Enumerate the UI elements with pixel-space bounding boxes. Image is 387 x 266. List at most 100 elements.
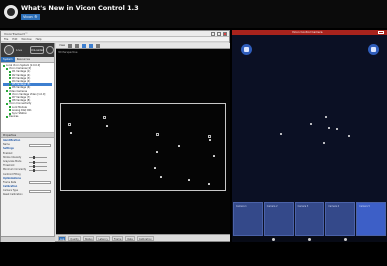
resource-tree: Local Vicon System [2.0.0.0] Vicon Camera…	[1, 63, 54, 133]
status-dot-icon	[9, 109, 11, 112]
status-dot-icon	[9, 96, 11, 99]
status-dot-icon	[9, 74, 11, 77]
recent-nav-icon[interactable]	[344, 237, 347, 241]
status-tab[interactable]: Rate	[125, 235, 135, 241]
camera-view-icon[interactable]	[82, 43, 87, 48]
camera-tile[interactable]: Camera 5	[356, 202, 386, 236]
property-label: Settings	[3, 147, 14, 151]
camera-tile[interactable]: Camera 1	[233, 202, 263, 236]
reconstructed-marker	[323, 142, 325, 144]
status-tab[interactable]: Log	[58, 235, 67, 241]
tablet-header: Vicon Control Camera	[232, 30, 387, 35]
camera-icon[interactable]	[68, 123, 71, 126]
camera-icon[interactable]	[156, 133, 159, 136]
settings-icon[interactable]	[96, 43, 101, 48]
property-label: Strobe Intensity	[3, 155, 22, 159]
channel-avatar[interactable]	[4, 5, 18, 19]
status-tab[interactable]: Calibration	[136, 235, 154, 241]
video-player-controls[interactable]	[0, 244, 387, 266]
tree-item[interactable]: Devices	[3, 115, 52, 118]
vicon-control-tablet-app: Vicon Control Camera Camera 1 Camera 2 Cam…	[232, 30, 387, 242]
camera-tile-label: Camera 3	[297, 205, 309, 208]
reconstructed-marker	[188, 179, 190, 181]
status-dot-icon	[9, 106, 11, 109]
status-tab[interactable]: Status	[82, 235, 95, 241]
tab-resources[interactable]: Resources	[15, 57, 32, 62]
view-type-label[interactable]: View	[59, 44, 65, 47]
menu-window[interactable]: Window	[21, 37, 31, 41]
menu-file[interactable]: File	[4, 37, 8, 41]
menu-help[interactable]: Help	[36, 37, 42, 41]
back-nav-icon[interactable]	[272, 237, 275, 241]
home-nav-icon[interactable]	[308, 237, 311, 241]
camera-icon[interactable]	[103, 116, 106, 119]
properties-list: Identification Name Settings Enabled Strobe …	[1, 138, 54, 199]
reconstructed-marker	[280, 133, 282, 135]
status-dot-icon	[9, 80, 11, 83]
video-title[interactable]: What's New in Vicon Control 1.3	[21, 4, 139, 12]
status-tab[interactable]: Frame	[111, 235, 124, 241]
status-dot-icon	[6, 67, 8, 70]
menu-edit[interactable]: Edit	[12, 37, 17, 41]
battery-icon	[378, 31, 384, 34]
slider-handle[interactable]	[33, 164, 35, 168]
camera-tile[interactable]: Camera 2	[263, 202, 294, 236]
channel-badge: Vicon ®	[21, 14, 40, 20]
camera-icon[interactable]	[208, 135, 211, 138]
property-slider[interactable]	[29, 161, 47, 163]
status-tabs-bar: Log Quality Status Latency Frame Rate Calibrat…	[56, 234, 230, 241]
status-dot-icon	[9, 86, 11, 89]
app-window-title: ViconTracker3™	[4, 32, 28, 36]
system-state-button[interactable]: UnLoaded	[30, 46, 44, 54]
property-row: Reset Calibration	[3, 193, 52, 197]
status-dot-icon	[9, 112, 11, 115]
tablet-header-title: Vicon Control Camera	[292, 30, 323, 34]
slider-handle[interactable]	[33, 160, 35, 164]
reconstructed-marker	[70, 132, 72, 134]
property-field[interactable]	[29, 189, 51, 193]
maximize-button[interactable]	[217, 32, 221, 36]
reconstructed-marker	[178, 145, 180, 147]
menu-button-icon[interactable]	[241, 44, 252, 55]
status-dot-icon	[9, 77, 11, 80]
status-dot-icon	[9, 93, 11, 96]
video-title-bar: What's New in Vicon Control 1.3 Vicon ®	[0, 0, 387, 28]
app-titlebar: ViconTracker3™	[1, 31, 229, 37]
tablet-nav-bar	[232, 236, 387, 242]
status-dot-icon	[9, 99, 11, 102]
status-tab[interactable]: Latency	[96, 235, 110, 241]
slider-handle[interactable]	[33, 156, 35, 160]
move-tool-icon[interactable]	[75, 43, 80, 48]
property-slider[interactable]	[29, 165, 47, 167]
property-slider[interactable]	[29, 157, 47, 159]
status-dot-icon	[6, 115, 8, 118]
panel-footer	[1, 236, 55, 242]
reconstructed-marker	[208, 183, 210, 185]
select-tool-icon[interactable]	[68, 43, 73, 48]
grid-toggle-icon[interactable]	[89, 43, 94, 48]
minimize-button[interactable]	[211, 32, 215, 36]
property-label: Identification	[3, 139, 21, 142]
reconstructed-marker	[106, 125, 108, 127]
3d-viewport[interactable]: View 3D Perspective	[56, 43, 230, 235]
camera-tile[interactable]: Camera 4	[325, 202, 356, 236]
vicon-logo-icon	[4, 45, 14, 55]
pause-icon[interactable]	[46, 46, 54, 54]
slider-handle[interactable]	[33, 168, 35, 172]
property-field[interactable]	[29, 181, 51, 185]
system-mode-label: Live	[16, 48, 23, 52]
property-label: Camera Type	[3, 189, 19, 193]
settings-button-icon[interactable]	[368, 44, 379, 55]
reconstructed-marker	[160, 176, 162, 178]
close-button[interactable]	[223, 32, 227, 36]
status-dot-icon	[6, 90, 8, 93]
status-tab[interactable]: Quality	[68, 235, 81, 241]
tab-system[interactable]: System	[1, 57, 15, 62]
camera-tile[interactable]: Camera 3	[294, 202, 325, 236]
property-field[interactable]	[29, 143, 51, 147]
property-label: Reset Calibration	[3, 193, 23, 197]
camera-tile-label: Camera 2	[266, 205, 278, 208]
property-slider[interactable]	[29, 169, 47, 171]
tree-item-label: Devices	[9, 115, 19, 119]
camera-tile-label: Camera 1	[236, 205, 247, 208]
